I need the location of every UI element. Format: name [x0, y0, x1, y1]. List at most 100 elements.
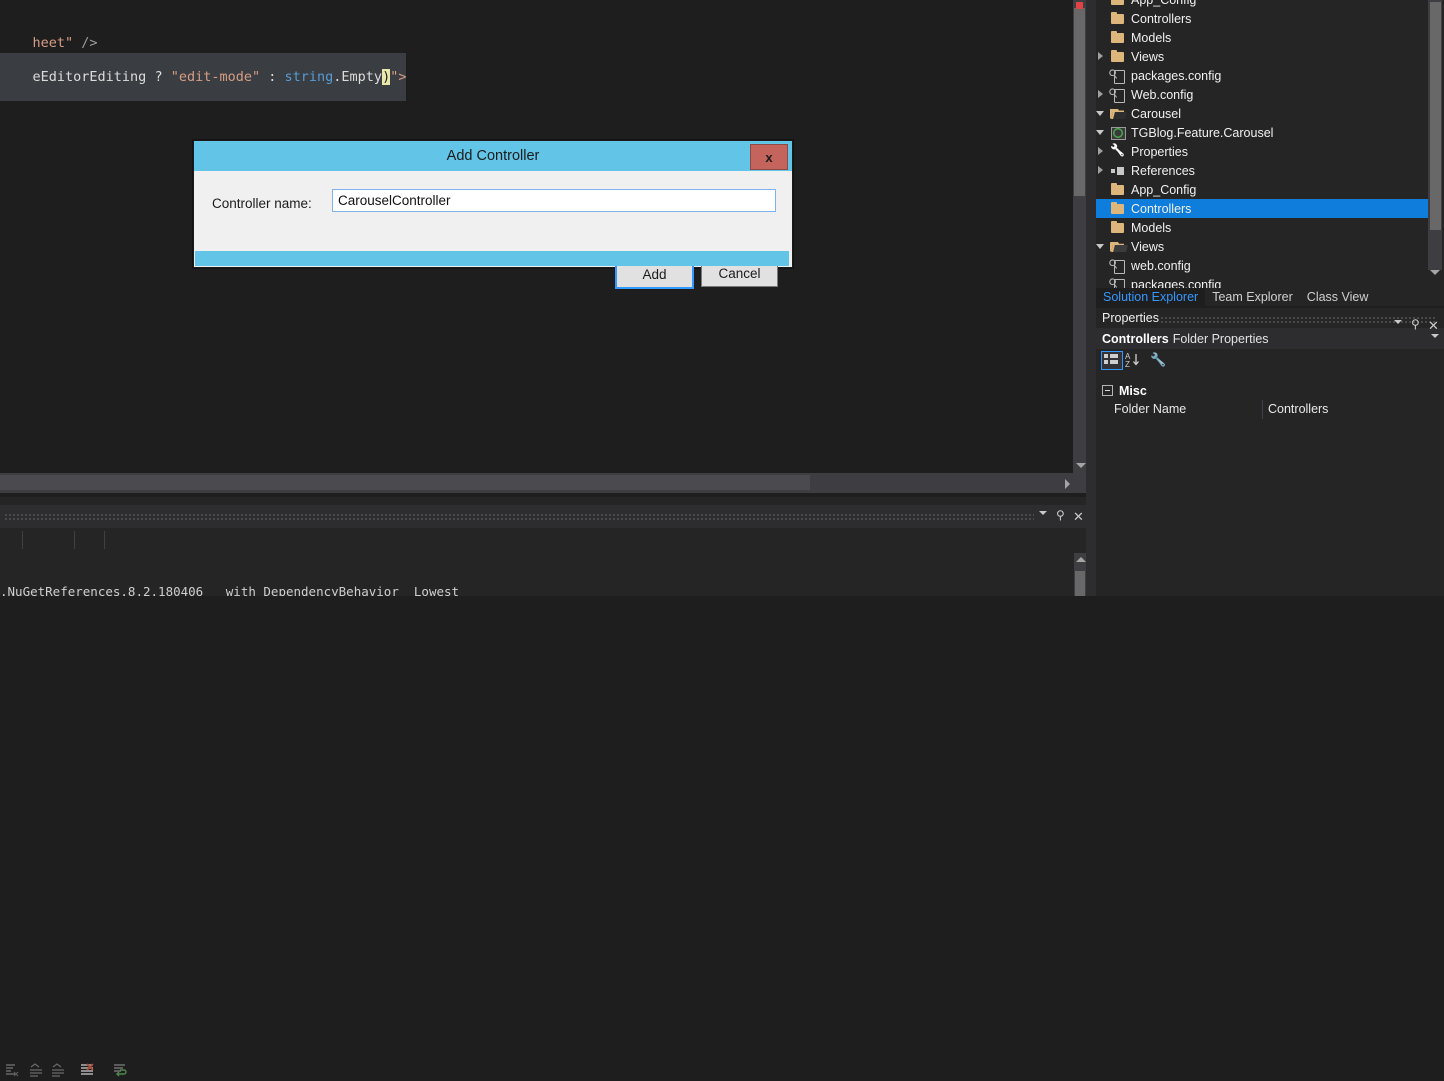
controller-name-input[interactable] — [332, 189, 776, 212]
tree-item-packages-config[interactable]: packages.config — [1096, 275, 1430, 288]
categorized-view-icon[interactable] — [1101, 351, 1123, 370]
code-token-ternary-q: ? — [154, 69, 171, 85]
output-line: .NuGetReferences.8.2.180406 with Depende… — [0, 584, 460, 596]
tree-item-label: Properties — [1131, 144, 1188, 159]
tree-item-label: Views — [1131, 239, 1165, 254]
editor-horizontal-scroll-thumb[interactable] — [0, 475, 810, 490]
tree-item-label: packages.config — [1131, 68, 1222, 83]
expand-arrow-icon[interactable] — [1096, 146, 1107, 157]
code-token-tail: "> — [390, 69, 407, 85]
tree-item-web-config[interactable]: Web.config — [1096, 85, 1430, 104]
tab-team-explorer[interactable]: Team Explorer — [1205, 288, 1300, 306]
properties-object-header[interactable]: Controllers Folder Properties — [1096, 328, 1444, 349]
tree-item-packages-config[interactable]: packages.config — [1096, 66, 1430, 85]
toggle-word-wrap-icon[interactable] — [112, 1062, 128, 1081]
code-token-ternary-colon: : — [260, 69, 285, 85]
properties-object-dropdown-icon[interactable] — [1431, 334, 1439, 338]
clear-all-icon[interactable] — [4, 1062, 20, 1081]
solution-explorer-tree[interactable]: App_Config Controllers Models Views packages… — [1096, 0, 1430, 288]
tree-item-label: TGBlog.Feature.Carousel — [1131, 125, 1274, 140]
properties-object-name: Controllers — [1102, 331, 1169, 346]
tab-class-view[interactable]: Class View — [1300, 288, 1376, 306]
output-text-content[interactable]: .NuGetReferences.8.2.180406 with Depende… — [0, 549, 1060, 596]
tree-item-label: web.config — [1131, 258, 1191, 273]
dock-gutter — [1086, 0, 1096, 596]
output-scroll-up-icon[interactable] — [1076, 557, 1086, 566]
code-token-expression: eEditorEditing — [32, 69, 155, 85]
code-token-string-editmode: "edit-mode" — [170, 69, 261, 85]
controller-name-label: Controller name: — [212, 196, 312, 211]
editor-error-marker[interactable] — [1076, 2, 1083, 9]
folder-icon — [1110, 11, 1126, 26]
property-pages-icon[interactable]: 🔧 — [1150, 352, 1166, 368]
tree-item-label: Views — [1131, 49, 1165, 64]
folder-open-icon — [1110, 240, 1126, 254]
tree-item-references[interactable]: References — [1096, 161, 1430, 180]
expand-arrow-icon[interactable] — [1096, 51, 1107, 62]
solution-explorer-scroll-thumb[interactable] — [1430, 2, 1441, 230]
clear-window-icon[interactable] — [80, 1062, 96, 1081]
go-to-next-message-icon[interactable] — [50, 1062, 66, 1081]
editor-vertical-scroll-thumb[interactable] — [1074, 8, 1085, 196]
config-icon — [1110, 278, 1126, 288]
solution-explorer-scroll-down-icon[interactable] — [1430, 270, 1440, 280]
folder-icon — [1110, 0, 1126, 7]
output-panel-close-icon[interactable]: ✕ — [1073, 510, 1084, 523]
folder-icon — [1110, 201, 1126, 216]
go-to-previous-message-icon[interactable] — [28, 1062, 44, 1081]
code-token-member-empty: Empty — [341, 69, 383, 85]
tree-item-app-config[interactable]: App_Config — [1096, 0, 1430, 9]
tab-solution-explorer[interactable]: Solution Explorer — [1096, 288, 1206, 306]
tree-item-controllers[interactable]: Controllers — [1096, 9, 1430, 28]
editor-scroll-right-icon[interactable] — [1065, 479, 1075, 489]
properties-group-misc[interactable]: Misc — [1096, 382, 1444, 399]
tree-item-label: App_Config — [1131, 182, 1197, 197]
output-panel-dropdown-icon[interactable] — [1039, 511, 1047, 515]
tree-expander-placeholder — [1096, 203, 1107, 214]
collapse-arrow-icon[interactable] — [1096, 241, 1107, 252]
tree-item-label: Controllers — [1131, 201, 1192, 216]
properties-pin-icon[interactable]: ⚲ — [1411, 318, 1420, 330]
tree-item-tgblog-feature-carousel[interactable]: TGBlog.Feature.Carousel — [1096, 123, 1430, 142]
tree-expander-placeholder — [1096, 222, 1107, 233]
property-key: Folder Name — [1114, 402, 1187, 416]
properties-dropdown-icon[interactable] — [1394, 320, 1402, 324]
tree-item-web-config[interactable]: web.config — [1096, 256, 1430, 275]
properties-row-folder-name[interactable]: Folder Name Controllers — [1096, 400, 1444, 419]
collapse-group-icon[interactable] — [1102, 385, 1113, 396]
output-panel-pin-icon[interactable]: ⚲ — [1056, 509, 1065, 521]
tree-item-carousel[interactable]: Carousel — [1096, 104, 1430, 123]
tree-item-controllers[interactable]: Controllers — [1096, 199, 1430, 218]
tree-item-views[interactable]: Views — [1096, 237, 1430, 256]
output-panel-drag-grip[interactable] — [4, 513, 1034, 520]
code-token-tag-close: /> — [73, 35, 98, 51]
web-project-icon — [1110, 126, 1126, 140]
dialog-close-button[interactable]: x — [750, 144, 788, 170]
properties-close-icon[interactable]: ✕ — [1428, 319, 1439, 332]
output-toolbar-separator-1 — [22, 531, 23, 549]
alphabetical-sort-icon[interactable]: AZ — [1125, 351, 1145, 369]
tree-item-properties[interactable]: Properties — [1096, 142, 1430, 161]
tree-item-models[interactable]: Models — [1096, 28, 1430, 47]
tree-item-label: Models — [1131, 30, 1172, 45]
dialog-footer-accent — [195, 251, 789, 266]
expand-arrow-icon[interactable] — [1096, 165, 1107, 176]
folder-icon — [1110, 220, 1126, 235]
output-toolbar-separator-3 — [104, 531, 105, 549]
add-controller-dialog[interactable]: Add Controller x Controller name: Add Ca… — [193, 140, 793, 289]
tree-item-views[interactable]: Views — [1096, 47, 1430, 66]
tree-expander-placeholder — [1096, 13, 1107, 24]
properties-toolbar[interactable]: AZ 🔧 — [1096, 349, 1444, 371]
collapse-arrow-icon[interactable] — [1096, 108, 1107, 119]
tree-item-models[interactable]: Models — [1096, 218, 1430, 237]
dialog-body: Controller name: Add Cancel — [195, 171, 789, 289]
property-value[interactable]: Controllers — [1268, 402, 1328, 416]
collapse-arrow-icon[interactable] — [1096, 127, 1107, 138]
tree-item-label: packages.config — [1131, 277, 1222, 289]
output-vertical-scroll-thumb[interactable] — [1075, 571, 1085, 596]
wrench-icon — [1110, 145, 1126, 159]
expand-arrow-icon[interactable] — [1096, 89, 1107, 100]
editor-scroll-down-icon[interactable] — [1076, 463, 1086, 473]
tree-item-app-config[interactable]: App_Config — [1096, 180, 1430, 199]
solution-explorer-tab-strip[interactable]: Solution Explorer Team Explorer Class View — [1096, 288, 1444, 306]
